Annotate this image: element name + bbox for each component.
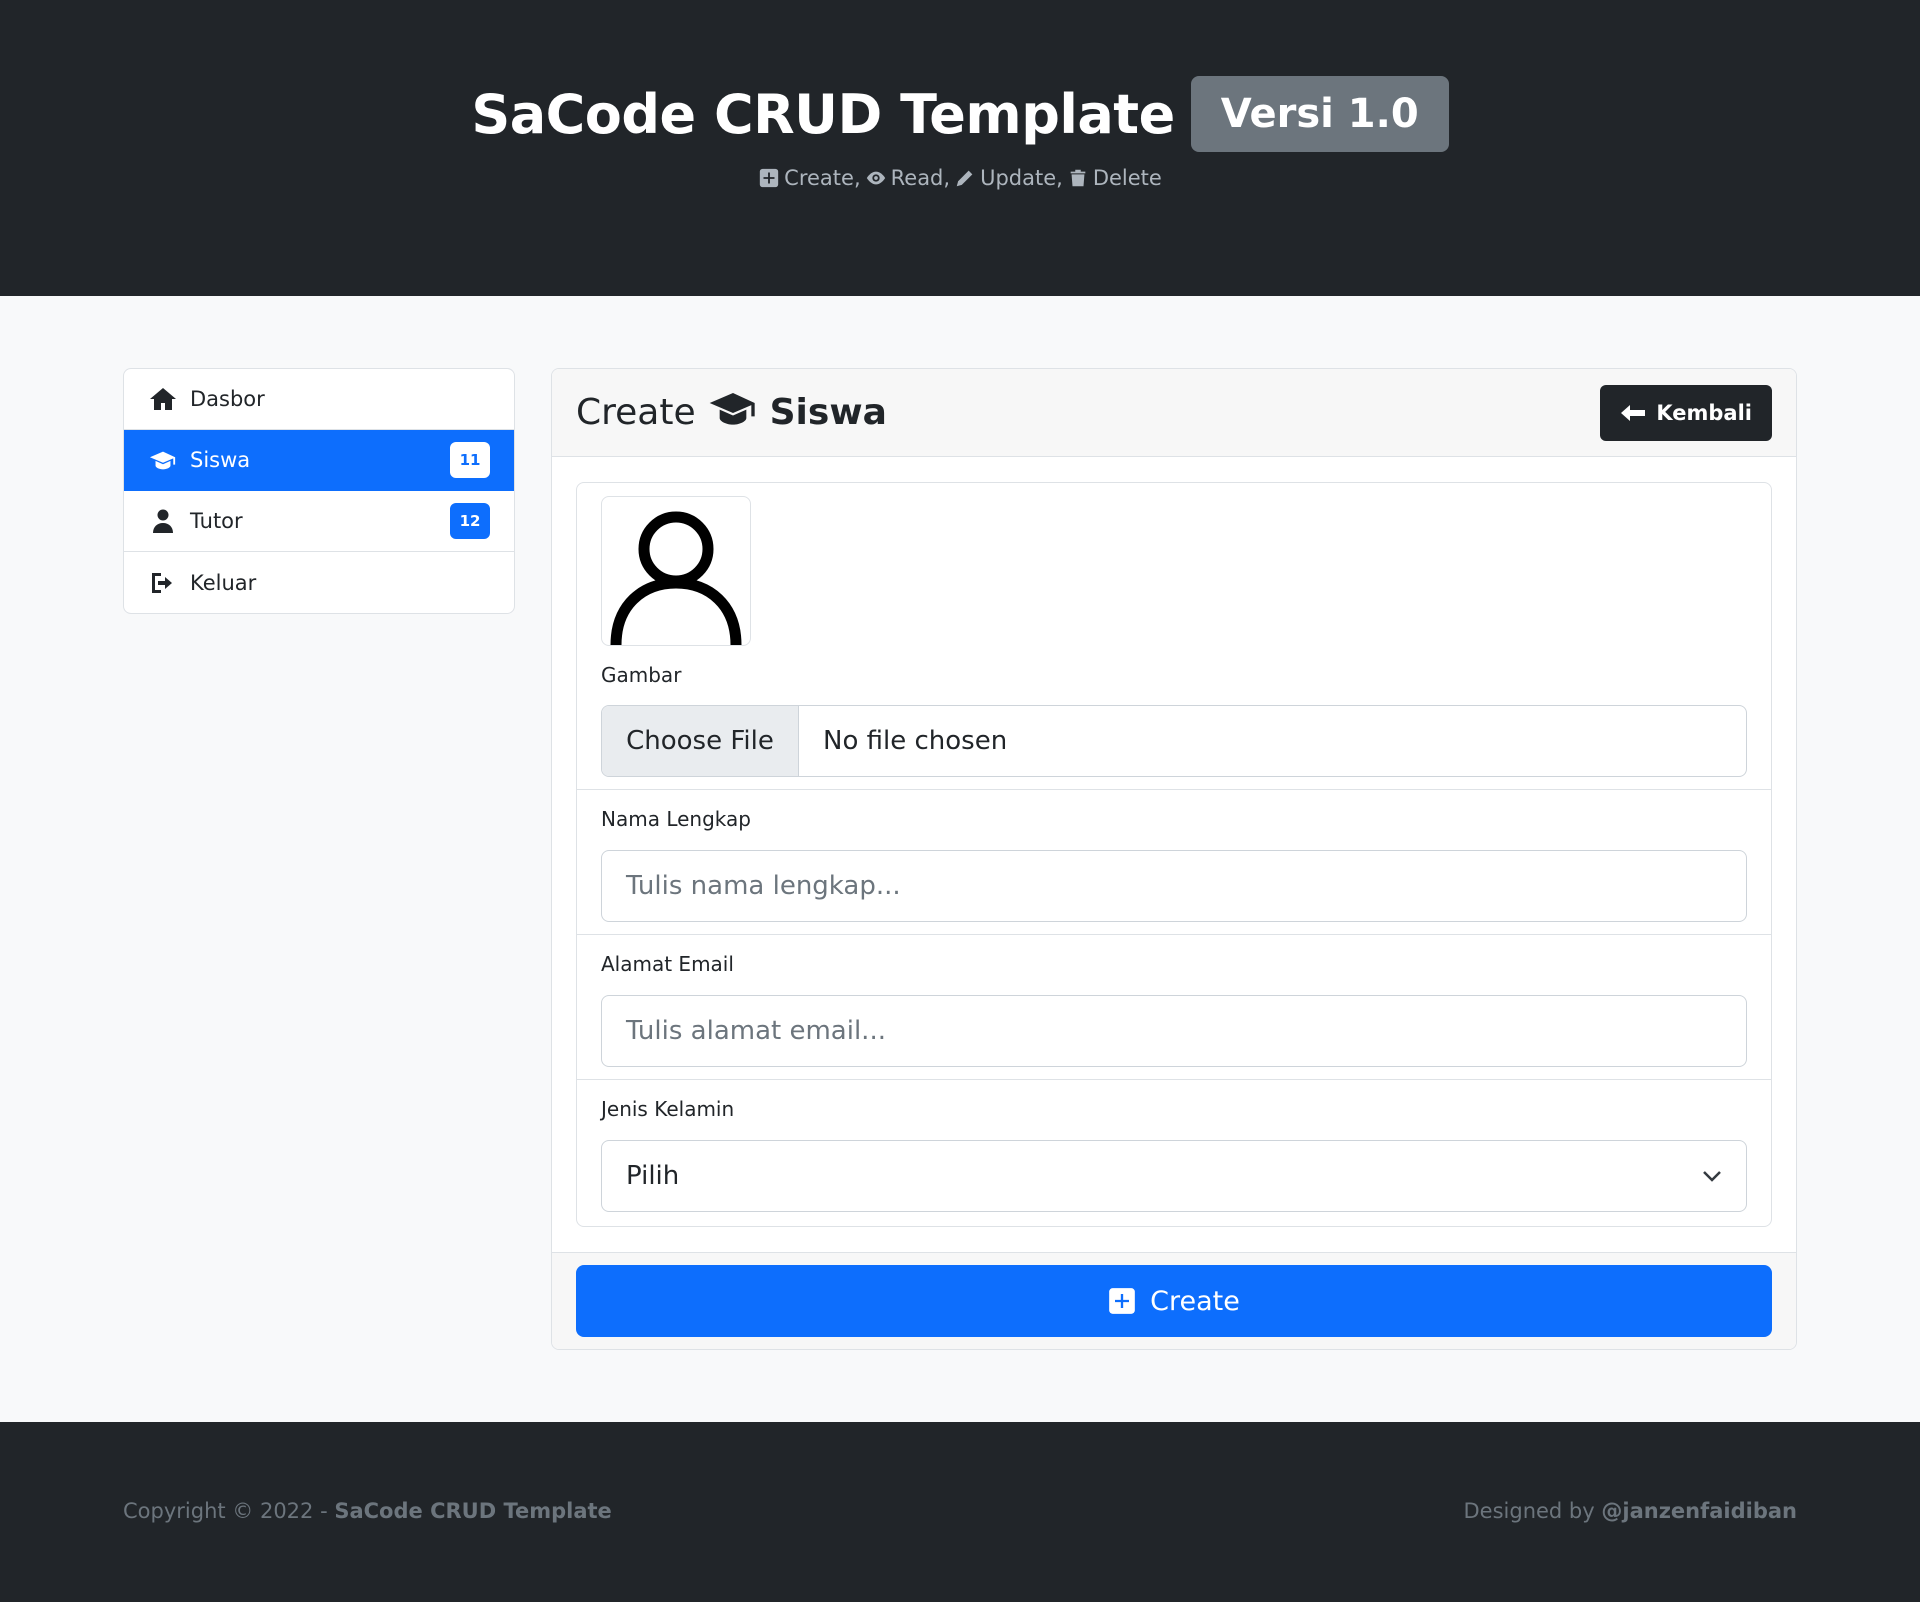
home-icon (148, 386, 178, 412)
create-button-label: Create (1150, 1285, 1240, 1317)
trash-icon (1070, 169, 1086, 187)
gender-select[interactable]: Pilih (601, 1140, 1747, 1212)
gender-selected-value: Pilih (626, 1161, 680, 1191)
create-siswa-card: Create Siswa Kembali Gambar Choose File … (551, 368, 1797, 1350)
sidebar-item-tutor[interactable]: Tutor 12 (124, 491, 514, 552)
user-tie-icon (148, 508, 178, 534)
sidebar-item-label: Siswa (190, 448, 251, 472)
email-input[interactable]: Tulis alamat email... (601, 995, 1747, 1067)
sidebar-item-keluar[interactable]: Keluar (124, 552, 514, 613)
count-badge: 11 (450, 442, 490, 478)
designer-credit: Designed by @janzenfaidiban (1464, 1499, 1798, 1523)
gender-label: Jenis Kelamin (601, 1097, 735, 1121)
title-prefix: Create (576, 392, 696, 433)
card-footer: Create (552, 1252, 1796, 1349)
choose-file-button[interactable]: Choose File (602, 706, 799, 776)
sidebar-item-label: Dasbor (190, 387, 265, 411)
image-label: Gambar (601, 663, 682, 687)
header-title-row: SaCode CRUD Template Versi 1.0 (0, 76, 1920, 152)
crud-delete-text: Delete (1092, 166, 1162, 190)
graduation-cap-icon (148, 447, 178, 473)
title-entity: Siswa (769, 392, 887, 433)
app-title: SaCode CRUD Template (471, 82, 1175, 146)
crud-subtitle: Create, Read, Update, Delete (0, 166, 1920, 190)
eye-icon (866, 171, 885, 185)
arrow-left-icon (1621, 404, 1646, 421)
count-badge: 12 (450, 503, 490, 539)
back-button-label: Kembali (1656, 400, 1752, 425)
chevron-down-icon (1703, 1171, 1721, 1182)
back-button[interactable]: Kembali (1600, 384, 1772, 441)
plus-square-icon (760, 168, 779, 188)
designer-link[interactable]: @janzenfaidiban (1601, 1499, 1797, 1523)
avatar-preview (601, 496, 751, 646)
plus-square-icon (1109, 1288, 1135, 1314)
file-status: No file chosen (823, 726, 1008, 756)
copyright-prefix: Copyright © 2022 - (123, 1499, 335, 1523)
user-outline-icon (610, 511, 742, 645)
sidebar-menu: Dasbor Siswa 11 Tutor 12 Keluar (123, 368, 515, 614)
sign-out-icon (148, 570, 178, 596)
copyright-brand: SaCode CRUD Template (334, 1499, 612, 1523)
name-input[interactable]: Tulis nama lengkap... (601, 850, 1747, 922)
sidebar-item-dasbor[interactable]: Dasbor (124, 369, 514, 430)
graduation-cap-icon (706, 388, 760, 437)
designed-prefix: Designed by (1463, 1499, 1602, 1523)
page-title: Create Siswa (576, 388, 887, 437)
email-label: Alamat Email (601, 952, 734, 976)
crud-read-text: Read, (890, 166, 951, 190)
version-badge: Versi 1.0 (1190, 76, 1449, 152)
form-group-list: Gambar Choose File No file chosen Nama L… (576, 482, 1772, 1227)
name-label: Nama Lengkap (601, 807, 751, 831)
name-field-group: Nama Lengkap Tulis nama lengkap... (577, 790, 1771, 935)
image-file-input[interactable]: Choose File No file chosen (601, 705, 1747, 777)
email-field-group: Alamat Email Tulis alamat email... (577, 935, 1771, 1080)
crud-update-text: Update, (980, 166, 1063, 190)
copyright-text: Copyright © 2022 - SaCode CRUD Template (123, 1499, 612, 1523)
sidebar-item-siswa[interactable]: Siswa 11 (124, 430, 514, 491)
page-footer: Copyright © 2022 - SaCode CRUD Template … (0, 1422, 1920, 1602)
sidebar-item-label: Tutor (190, 509, 243, 533)
page-header: SaCode CRUD Template Versi 1.0 Create, R… (0, 0, 1920, 296)
sidebar-item-label: Keluar (190, 570, 257, 595)
gender-field-group: Jenis Kelamin Pilih (577, 1080, 1771, 1226)
card-header: Create Siswa Kembali (552, 369, 1796, 457)
create-button[interactable]: Create (576, 1265, 1772, 1337)
pencil-icon (956, 170, 973, 187)
crud-create-text: Create, (784, 166, 861, 190)
image-field-group: Gambar Choose File No file chosen (577, 483, 1771, 790)
